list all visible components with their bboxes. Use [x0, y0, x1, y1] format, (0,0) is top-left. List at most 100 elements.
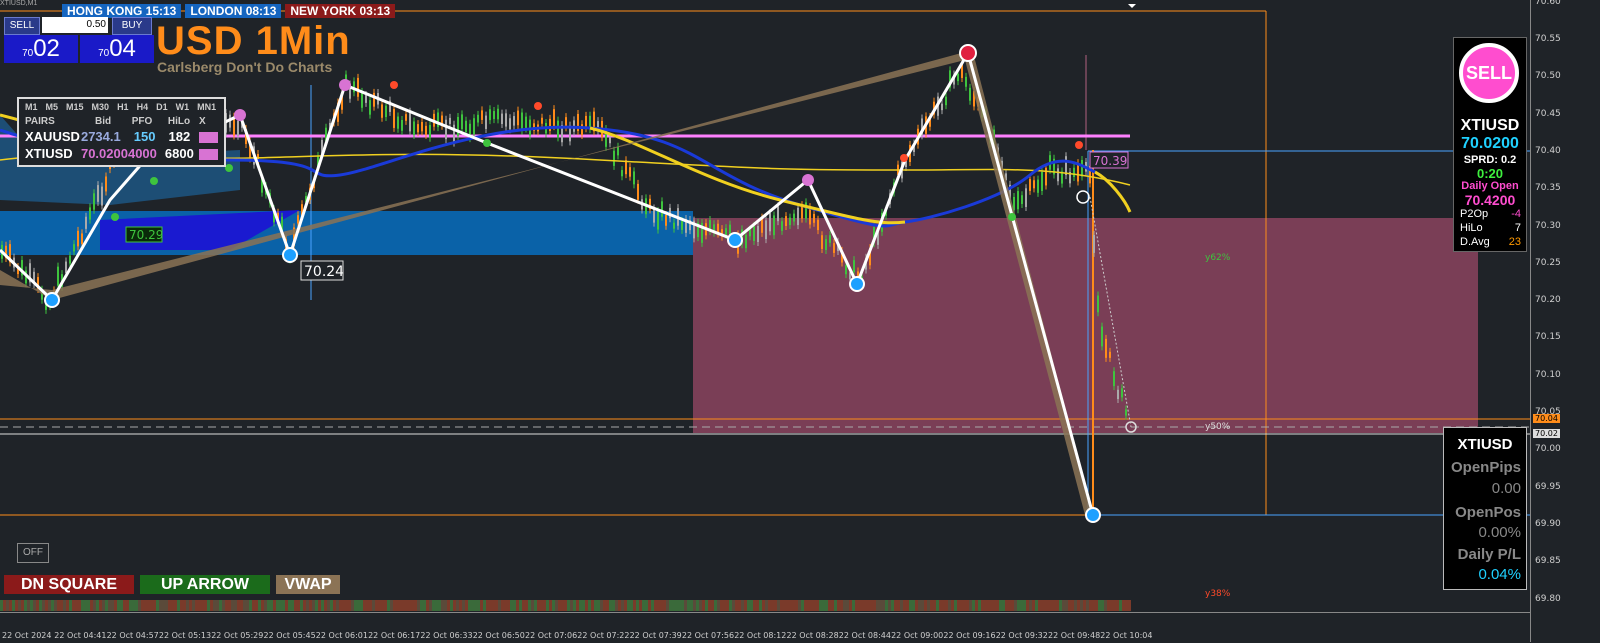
tf-d1[interactable]: D1	[156, 102, 168, 112]
tf-m5[interactable]: M5	[46, 102, 59, 112]
tf-w1[interactable]: W1	[176, 102, 190, 112]
momentum-histogram-bar	[168, 600, 171, 611]
pair-row-xauusd[interactable]: XAUUSD 2734.1 150 182	[25, 129, 218, 144]
momentum-histogram-bar	[549, 600, 552, 611]
momentum-histogram-bar	[837, 600, 840, 611]
time-tick-label: 22 Oct 2024	[2, 631, 52, 640]
momentum-histogram-bar	[705, 600, 708, 611]
symbol-caption: XTIUSD,M1	[0, 0, 38, 7]
time-tick-label: 22 Oct 06:50	[472, 631, 525, 640]
bid-price-pips: 02	[33, 35, 60, 62]
pair-row-xtiusd[interactable]: XTIUSD 70.02004000 6800	[25, 146, 218, 161]
momentum-histogram-bar	[624, 600, 627, 611]
momentum-histogram-bar	[1041, 600, 1044, 611]
momentum-histogram-bar	[408, 600, 411, 611]
momentum-histogram-bar	[84, 600, 87, 611]
time-tick-label: 22 Oct 08:12	[734, 631, 787, 640]
candle-body	[653, 208, 655, 223]
momentum-histogram-bar	[402, 600, 405, 611]
stat-value: 23	[1508, 236, 1521, 248]
momentum-histogram-bar	[810, 600, 813, 611]
tf-m15[interactable]: M15	[66, 102, 84, 112]
momentum-histogram-bar	[369, 600, 372, 611]
off-toggle-button[interactable]: OFF	[17, 543, 49, 563]
momentum-histogram-bar	[1116, 600, 1119, 611]
momentum-histogram-bar	[309, 600, 312, 611]
pair-swatch	[198, 149, 218, 160]
legend-up-arrow[interactable]: UP ARROW	[140, 575, 270, 594]
momentum-histogram-bar	[288, 600, 291, 611]
bid-price-button[interactable]: 7002	[4, 35, 78, 63]
candle-body	[621, 170, 623, 177]
momentum-histogram-bar	[876, 600, 879, 611]
supply-zone	[693, 218, 1478, 433]
momentum-histogram-bar	[531, 600, 534, 611]
momentum-histogram-bar	[183, 600, 186, 611]
time-axis[interactable]: 22 Oct 2024 22 Oct 04:41 22 Oct 04:57 22 Oc…	[0, 612, 1530, 643]
candle-body	[725, 228, 727, 236]
buy-button[interactable]: BUY	[112, 17, 152, 35]
candle-body	[1025, 188, 1027, 207]
momentum-histogram-bar	[195, 600, 198, 611]
momentum-histogram-bar	[312, 600, 315, 611]
tf-m30[interactable]: M30	[92, 102, 110, 112]
dn-dot	[900, 154, 908, 162]
tf-h1[interactable]: H1	[117, 102, 129, 112]
lot-size-input[interactable]: 0.50	[42, 17, 108, 33]
tf-h4[interactable]: H4	[137, 102, 149, 112]
session-new-york: NEW YORK 03:13	[285, 4, 396, 18]
price-tick-label: 70.35	[1535, 183, 1561, 194]
momentum-histogram-bar	[63, 600, 66, 611]
price-axis[interactable]: 70.60 70.55 70.50 70.45 70.40 70.35 70.30 70.25…	[1530, 0, 1600, 642]
momentum-histogram-bar	[21, 600, 24, 611]
momentum-histogram-bar	[1071, 600, 1074, 611]
momentum-histogram-bar	[576, 600, 579, 611]
momentum-histogram-bar	[198, 600, 201, 611]
momentum-histogram-bar	[1101, 600, 1104, 611]
tf-mn1[interactable]: MN1	[197, 102, 216, 112]
sell-signal-badge[interactable]: SELL	[1459, 43, 1519, 103]
candle-body	[1065, 156, 1067, 176]
momentum-histogram-bar	[1020, 600, 1023, 611]
momentum-histogram-bar	[888, 600, 891, 611]
daily-pl-value: 0.04%	[1478, 566, 1521, 583]
momentum-histogram-bar	[1050, 600, 1053, 611]
momentum-histogram-bar	[585, 600, 588, 611]
momentum-histogram-bar	[519, 600, 522, 611]
pair-pfo: 150	[133, 129, 156, 144]
momentum-histogram-bar	[750, 600, 753, 611]
momentum-histogram-bar	[600, 600, 603, 611]
stat-hilo: HiLo 7	[1460, 222, 1521, 234]
momentum-histogram-bar	[297, 600, 300, 611]
candle-body	[617, 146, 619, 156]
legend-vwap[interactable]: VWAP	[276, 575, 340, 594]
momentum-histogram-bar	[258, 600, 261, 611]
momentum-histogram-bar	[1125, 600, 1128, 611]
momentum-histogram-bar	[951, 600, 954, 611]
time-tick-label: 22 Oct 07:56	[681, 631, 735, 640]
candle-body	[769, 213, 771, 232]
momentum-histogram-bar	[120, 600, 123, 611]
momentum-histogram-bar	[1032, 600, 1035, 611]
momentum-histogram-bar	[645, 600, 648, 611]
momentum-histogram-bar	[72, 600, 75, 611]
candle-body	[85, 216, 87, 229]
momentum-histogram-bar	[819, 600, 822, 611]
session-london: LONDON 08:13	[185, 4, 282, 18]
legend-dn-square[interactable]: DN SQUARE	[4, 575, 134, 594]
momentum-histogram-bar	[693, 600, 696, 611]
momentum-histogram-bar	[456, 600, 459, 611]
chart-area[interactable]: 70.29 70.24 70.39 y62% y50% y38% XTIUSD,M1 HO…	[0, 0, 1530, 612]
candle-body	[969, 87, 971, 101]
candle-body	[409, 111, 411, 132]
candle-body	[637, 183, 639, 200]
momentum-histogram-bar	[960, 600, 963, 611]
sell-button[interactable]: SELL	[4, 17, 40, 35]
momentum-histogram-bar	[318, 600, 321, 611]
momentum-histogram-bar	[246, 600, 249, 611]
ask-price-button[interactable]: 7004	[80, 35, 154, 63]
tf-m1[interactable]: M1	[25, 102, 38, 112]
momentum-histogram-bar	[903, 600, 906, 611]
momentum-histogram-bar	[546, 600, 549, 611]
momentum-histogram-bar	[795, 600, 798, 611]
